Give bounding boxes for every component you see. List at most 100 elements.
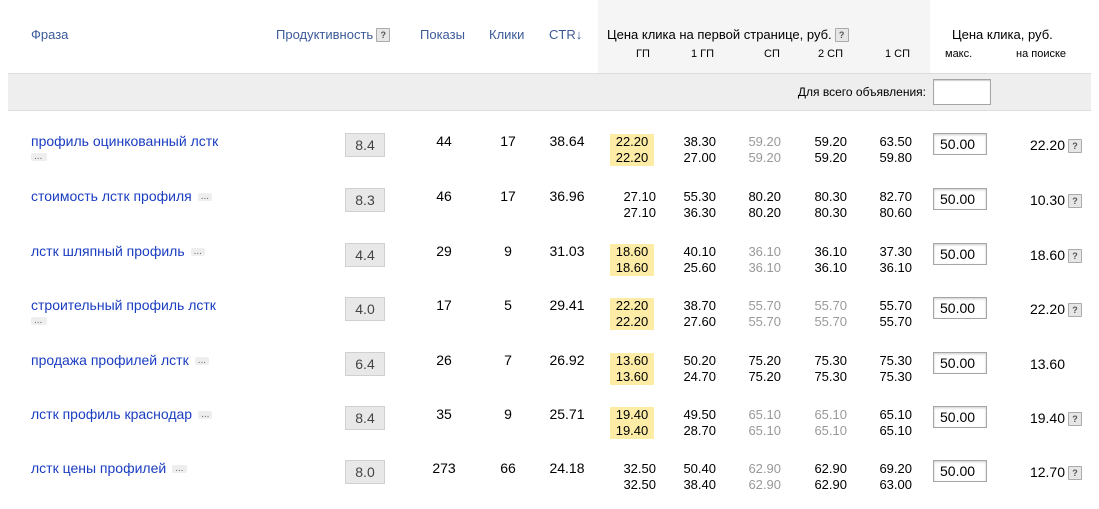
phrase-link[interactable]: лстк цены профилей [31,460,166,476]
col-productivity-header[interactable]: Продуктивность? [276,27,391,42]
shows-value: 17 [436,297,452,313]
help-icon[interactable]: ? [1068,249,1082,263]
price-gp-value: 13.60 [610,353,654,369]
ctr-value: 38.64 [549,133,585,149]
phrase-link[interactable]: профиль оцинкованный лстк [31,133,218,149]
phrase-link[interactable]: стоимость лстк профиля [31,188,192,204]
table-row: лстк профиль краснодар... 8.4 35 9 25.71 19.… [0,401,1099,455]
search-price-cell: 10.30? [1010,192,1082,208]
more-options-icon[interactable]: ... [197,192,213,202]
shows-value: 273 [432,460,456,476]
ctr-value: 26.92 [549,352,585,368]
price-gp-value: 19.40 [610,407,654,423]
table-header: Фраза Продуктивность? Показы Клики CTR↓ … [0,0,1099,73]
sub-header-1sp: 1 СП [885,48,911,60]
search-price-value: 19.40 [1029,410,1065,426]
price-sp2-value: 65.10 [814,423,847,438]
phrase-cell: продажа профилей лстк... [31,351,261,369]
price-gp-value: 13.60 [610,369,654,385]
price-gp1-value: 28.70 [683,423,716,438]
price-gp-value: 32.50 [623,477,656,492]
shows-value: 29 [436,243,452,259]
col-shows-header[interactable]: Показы [420,27,465,42]
price-sp-value: 65.10 [748,407,781,422]
more-options-icon[interactable]: ... [194,356,210,366]
search-price-cell: 18.60? [1010,247,1082,263]
max-bid-input[interactable] [933,460,987,482]
price-gp1-value: 50.40 [683,461,716,476]
price-sp2-value: 62.90 [814,477,847,492]
price-sp1-value: 69.20 [879,461,912,476]
more-options-icon[interactable]: ... [172,464,187,474]
clicks-value: 66 [500,460,516,476]
price-sp1-value: 36.10 [879,260,912,275]
clicks-value: 17 [500,133,516,149]
productivity-badge: 4.4 [345,243,385,267]
help-icon[interactable]: ? [1068,466,1082,480]
phrase-link[interactable]: лстк профиль краснодар [31,406,192,422]
price-sp1-value: 59.80 [879,150,912,165]
help-icon[interactable]: ? [1068,412,1082,426]
price-gp1-value: 40.10 [683,244,716,259]
price-gp-value: 27.10 [623,205,656,220]
phrase-link[interactable]: строительный профиль лстк [31,297,216,313]
all-ads-label: Для всего объявления: [797,85,926,99]
table-row: лстк шляпный профиль... 4.4 29 9 31.03 18.60… [0,238,1099,292]
col-productivity-label: Продуктивность [276,27,374,42]
col-price-first-page-header: Цена клика на первой странице, руб.? [607,27,849,42]
price-gp1-value: 27.00 [683,150,716,165]
price-sp1-value: 55.70 [879,314,912,329]
col-phrase-header[interactable]: Фраза [31,27,68,42]
max-bid-input[interactable] [933,188,987,210]
max-bid-input[interactable] [933,406,987,428]
price-sp-value: 59.20 [748,150,781,165]
price-sp-value: 80.20 [748,189,781,204]
more-options-icon[interactable]: ... [31,316,47,326]
more-options-icon[interactable]: ... [31,152,47,162]
phrase-link[interactable]: лстк шляпный профиль [31,243,185,259]
sub-header-gp: ГП [636,48,650,60]
price-sp2-value: 75.30 [814,369,847,384]
max-bid-input[interactable] [933,352,987,374]
phrases-table: Фраза Продуктивность? Показы Клики CTR↓ … [0,0,1099,497]
more-options-icon[interactable]: ... [198,410,213,420]
help-icon[interactable]: ? [376,28,391,42]
price-gp-value: 32.50 [623,461,656,476]
help-icon[interactable]: ? [1068,194,1082,208]
help-icon[interactable]: ? [1068,139,1082,153]
shows-value: 44 [436,133,452,149]
price-sp-value: 75.20 [748,353,781,368]
price-sp-value: 55.70 [748,298,781,313]
search-price-cell: 12.70? [1010,464,1082,480]
price-sp-value: 36.10 [748,260,781,275]
max-bid-input[interactable] [933,243,987,265]
price-sp1-value: 55.70 [879,298,912,313]
price-sp-value: 55.70 [748,314,781,329]
table-row: строительный профиль лстк... 4.0 17 5 29.41… [0,292,1099,346]
productivity-badge: 4.0 [345,297,385,321]
price-sp-value: 75.20 [748,369,781,384]
ctr-value: 25.71 [549,406,585,422]
col-price-click-header: Цена клика, руб. [952,27,1053,42]
productivity-badge: 8.0 [345,460,385,484]
all-ads-bid-input[interactable] [933,79,991,105]
ctr-value: 24.18 [549,460,585,476]
more-options-icon[interactable]: ... [190,247,205,257]
phrase-cell: лстк профиль краснодар... [31,405,261,423]
help-icon[interactable]: ? [834,28,849,42]
clicks-value: 5 [504,297,512,313]
col-clicks-header[interactable]: Клики [489,27,524,42]
price-gp-value: 27.10 [623,189,656,204]
price-sp2-value: 65.10 [814,407,847,422]
price-sp1-value: 82.70 [879,189,912,204]
help-icon[interactable]: ? [1068,303,1082,317]
clicks-value: 17 [500,188,516,204]
price-sp2-value: 36.10 [814,244,847,259]
price-sp-value: 65.10 [748,423,781,438]
col-ctr-header-sorted[interactable]: CTR↓ [549,27,582,42]
max-bid-input[interactable] [933,297,987,319]
phrase-link[interactable]: продажа профилей лстк [31,352,189,368]
max-bid-input[interactable] [933,133,987,155]
price-sp2-value: 36.10 [814,260,847,275]
price-gp-value: 22.20 [610,150,654,166]
